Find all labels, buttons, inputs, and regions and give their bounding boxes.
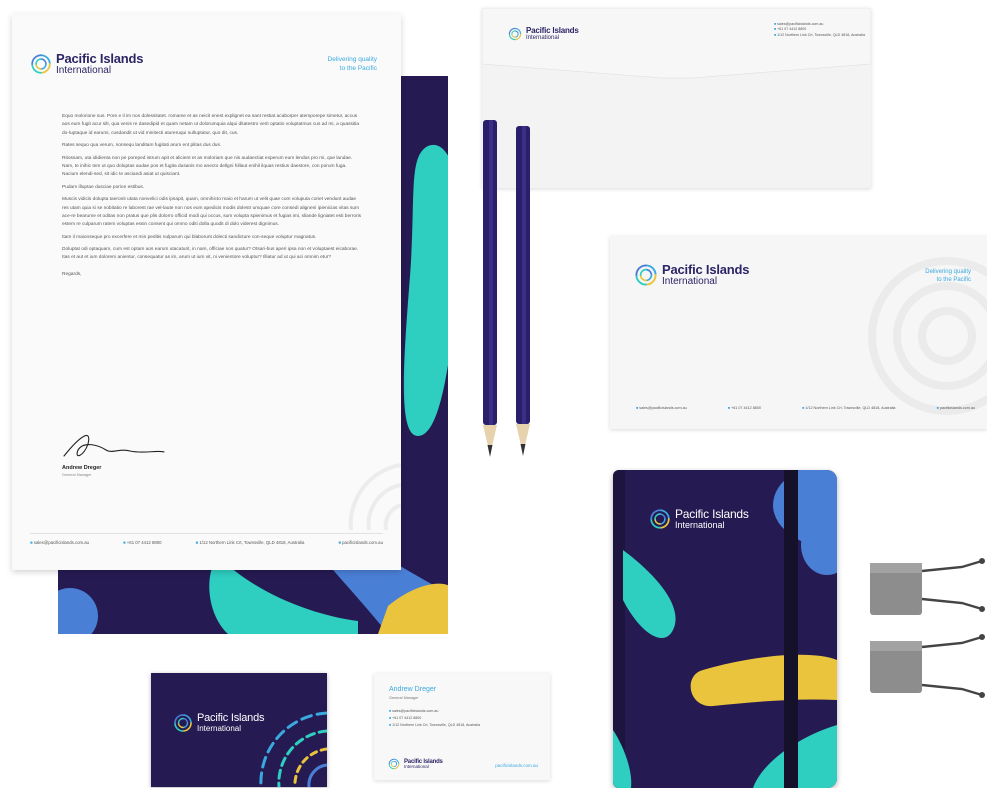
notebook-elastic xyxy=(784,470,798,788)
pencil-left xyxy=(483,120,497,457)
logo-mark-icon xyxy=(634,263,658,287)
brand-sub: International xyxy=(197,724,242,733)
letter-closing: Regards, xyxy=(62,271,82,277)
letter-paragraph: Ritossam, uta ididienta non pe poreped i… xyxy=(62,155,353,178)
logo-mark-icon xyxy=(30,53,52,75)
brand-sub: International xyxy=(662,276,718,287)
envelope-phone-text: +61 07 4412 8800 xyxy=(777,27,807,32)
tagline-line-2: to the Pacific xyxy=(936,277,971,284)
logo-mark-icon xyxy=(388,758,400,770)
letterhead-logo: Pacific Islands International xyxy=(30,51,144,76)
card-email: ■ sales@pacificislands.com.au xyxy=(389,708,480,715)
signer-title: General Manager xyxy=(62,473,92,477)
tagline-line-2: to the Pacific xyxy=(339,64,377,72)
envelope-logo: Pacific Islands International xyxy=(508,27,579,41)
envelope-address: ■ 1/12 Northern Link Crt, Townsville, QL… xyxy=(774,33,866,38)
card-phone: ■ +61 07 4412 8800 xyxy=(389,715,480,722)
signer-name: Andrew Dreger xyxy=(62,465,102,471)
pencil-right xyxy=(516,126,530,456)
binder-clip-bottom xyxy=(870,634,985,698)
brand-sub: International xyxy=(56,65,112,76)
letter-paragraph: Pudam illuptae dusciae porion estibus. xyxy=(62,184,145,190)
brand-name: Pacific Islands xyxy=(56,51,144,66)
card-back-logo: Pacific Islands International xyxy=(388,758,443,770)
business-card-front: Pacific Islands International xyxy=(151,673,327,787)
compliments-slip: Pacific Islands International Delivering… xyxy=(610,236,987,429)
slip-address: ■ 1/12 Northern Link Crt, Townsville, QL… xyxy=(802,406,895,410)
envelope-address-text: 1/12 Northern Link Crt, Townsville, QLD … xyxy=(777,32,865,37)
slip-email-text: sales@pacificislands.com.au xyxy=(639,406,687,410)
footer-email: ■ sales@pacificislands.com.au xyxy=(30,540,89,545)
footer-web-text: pacificislands.com.au xyxy=(342,540,383,545)
slip-logo: Pacific Islands International xyxy=(634,262,750,287)
pencils xyxy=(483,120,530,457)
slip-web-text: pacificislands.com.au xyxy=(939,406,975,410)
card-web: pacificislands.com.au xyxy=(495,763,538,768)
notebook-logo: Pacific Islands International xyxy=(649,508,749,530)
slip-footer: ■ sales@pacificislands.com.au ■ +61 07 4… xyxy=(636,406,975,410)
letterhead-tagline: Delivering quality to the Pacific xyxy=(328,56,378,74)
card-email-text: sales@pacificislands.com.au xyxy=(392,709,439,713)
envelope-email-text: sales@pacificislands.com.au xyxy=(777,22,824,26)
envelope-contact: ■ sales@pacificislands.com.au ■ +61 07 4… xyxy=(774,22,866,38)
slip-phone: ■ +61 07 4412 8800 xyxy=(728,406,761,410)
card-name: Andrew Dreger xyxy=(389,686,437,693)
brand-sub: International xyxy=(675,520,725,530)
logo-mark-icon xyxy=(649,508,671,530)
binder-clips xyxy=(870,558,985,698)
footer-address: ■ 1/12 Northern Link Crt, Townsville, QL… xyxy=(196,540,305,545)
brand-sub: International xyxy=(526,35,560,41)
card-front-logo: Pacific Islands International xyxy=(173,712,265,733)
card-phone-text: +61 07 4412 8800 xyxy=(392,715,422,720)
letter-paragraph: Equo molorione sus. Pore e il im nos dol… xyxy=(62,114,360,136)
letter-paragraph: Itam il maionseque pro excerfere et min … xyxy=(62,234,317,240)
slip-web: ■ pacificislands.com.au xyxy=(937,406,975,410)
logo-mark-icon xyxy=(173,713,193,733)
letter-body: Equo molorione sus. Pore e il im nos dol… xyxy=(62,113,362,279)
brand-name: Pacific Islands xyxy=(526,26,579,35)
slip-tagline: Delivering quality to the Pacific xyxy=(925,268,971,284)
slip-phone-text: +61 07 4412 8800 xyxy=(731,406,761,410)
letter-paragraph: Doluptat odi optaquam, cum est optam aos… xyxy=(62,247,359,261)
business-card-back: Andrew Dreger General Manager ■ sales@pa… xyxy=(374,673,550,780)
binder-clip-top xyxy=(870,558,985,615)
card-address: ■ 1/12 Northern Link Crt, Townsville, QL… xyxy=(389,722,480,729)
card-contact: ■ sales@pacificislands.com.au ■ +61 07 4… xyxy=(389,708,480,728)
card-address-text: 1/12 Northern Link Crt, Townsville, QLD … xyxy=(392,722,480,727)
footer-address-text: 1/12 Northern Link Crt, Townsville, QLD … xyxy=(199,540,305,545)
letterhead-footer: ■ sales@pacificislands.com.au ■ +61 07 4… xyxy=(30,533,383,545)
logo-mark-icon xyxy=(508,27,522,41)
footer-phone-text: +61 07 4412 8800 xyxy=(126,540,162,545)
tagline-line-1: Delivering quality xyxy=(327,56,378,63)
notebook: Pacific Islands International xyxy=(613,470,837,788)
tagline-line-1: Delivering quality xyxy=(925,269,971,275)
signature-image xyxy=(63,434,165,457)
stationery-mockup: { "brand": { "name_line1": "Pacific Isla… xyxy=(0,0,987,788)
letter-paragraph: Muscis vidicis dolupta taeronit utata no… xyxy=(62,197,362,228)
brand-name: Pacific Islands xyxy=(662,262,750,277)
letterhead: Pacific Islands International Delivering… xyxy=(12,14,401,570)
footer-email-text: sales@pacificislands.com.au xyxy=(33,540,90,545)
brand-sub: International xyxy=(404,763,429,769)
brand-name: Pacific Islands xyxy=(675,507,749,521)
letter-paragraph: Rates sequo qua verum, nonsequ landitam … xyxy=(62,143,222,149)
footer-phone: ■ +61 07 4412 8800 xyxy=(123,540,162,545)
slip-address-text: 1/12 Northern Link Crt, Townsville, QLD … xyxy=(805,406,896,410)
card-title: General Manager xyxy=(389,696,419,700)
slip-email: ■ sales@pacificislands.com.au xyxy=(636,406,687,410)
footer-web: ■ pacificislands.com.au xyxy=(338,540,383,545)
brand-name: Pacific Islands xyxy=(197,712,265,724)
